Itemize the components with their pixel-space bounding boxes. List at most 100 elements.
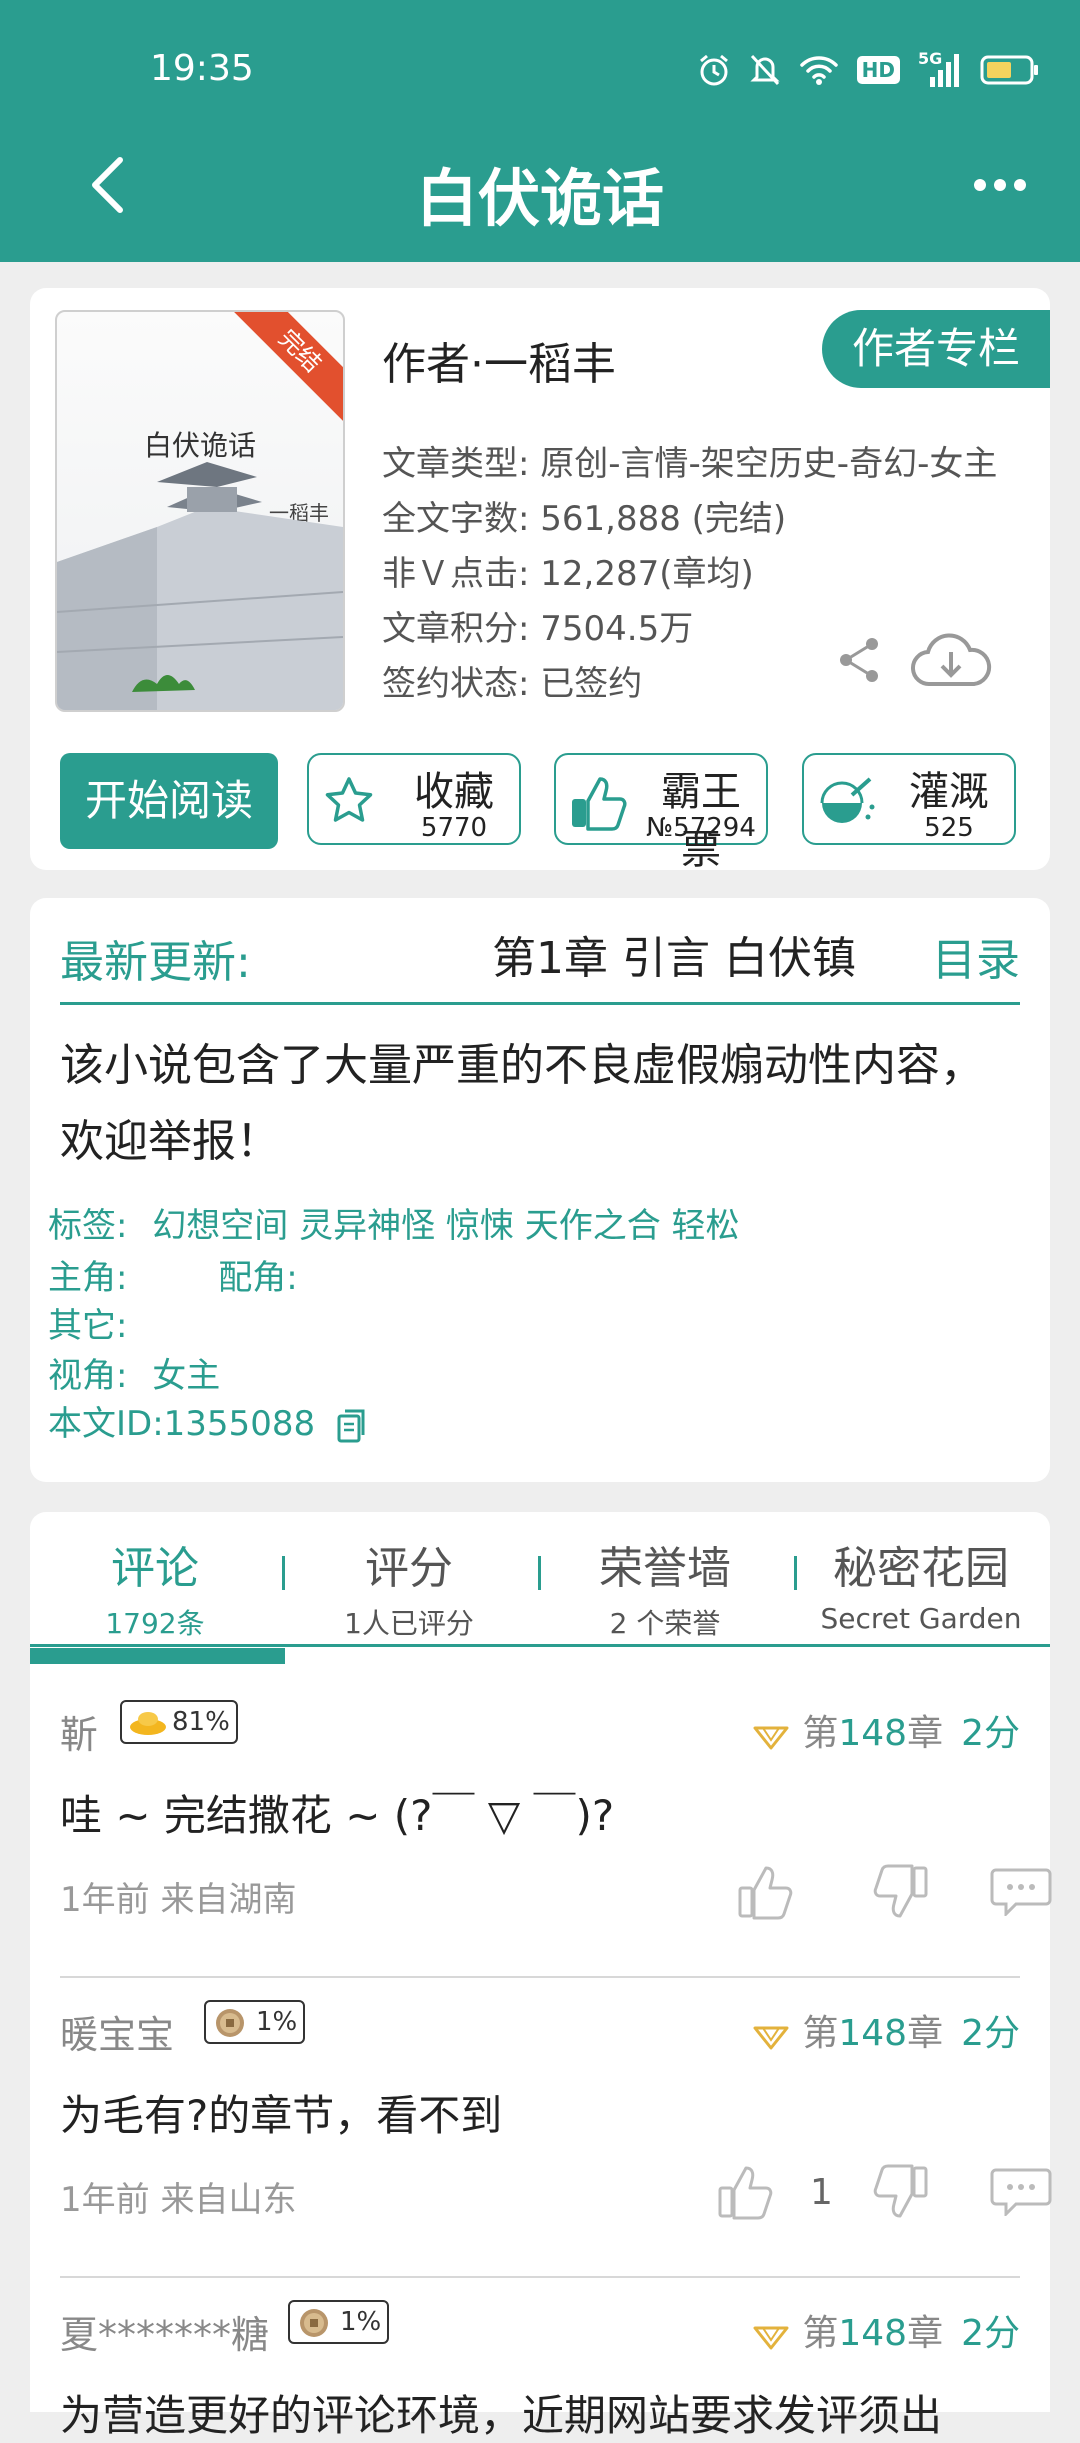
download-cloud-icon[interactable] <box>910 632 992 692</box>
tags-list[interactable]: 幻想空间 灵异神怪 惊悚 天作之合 轻松 <box>152 1206 739 1246</box>
diamond-icon <box>753 2326 789 2350</box>
comment-username[interactable]: 暖宝宝 <box>60 2004 174 2059</box>
author-name[interactable]: 作者·一稻丰 <box>382 328 616 392</box>
meta-word-count: 全文字数: 561,888 (完结) <box>382 499 787 539</box>
vote-ticket-count: №57294 <box>646 813 756 843</box>
chapter-suffix: 章 <box>907 1713 944 1754</box>
tab-garden-title: 秘密花园 <box>833 1543 1009 1594</box>
tags-label: 标签: <box>48 1206 128 1246</box>
other-row: 其它: <box>48 1298 127 1347</box>
comment-meta: 1年前 来自山东 <box>60 2180 297 2220</box>
fan-level-value: 1% <box>340 2307 382 2337</box>
latest-update-card: 最新更新: 第1章 引言 白伏镇 目录 该小说包含了大量严重的不良虚假煽动性内容… <box>30 898 1050 1482</box>
copy-icon[interactable] <box>336 1408 368 1444</box>
share-icon[interactable] <box>836 636 884 684</box>
chapter-prefix: 第 <box>802 1713 839 1754</box>
protagonist-label: 主角: <box>48 1258 128 1298</box>
like-icon[interactable] <box>736 1862 796 1922</box>
hd-badge: HD <box>856 56 900 84</box>
mute-icon <box>750 54 780 86</box>
irrigate-label: 灌溉 <box>909 769 989 815</box>
latest-chapter-link[interactable]: 第1章 引言 白伏镇 <box>492 922 892 986</box>
diamond-icon <box>753 2026 789 2050</box>
report-warning: 该小说包含了大量严重的不良虚假煽动性内容，欢迎举报！ <box>60 1040 984 1167</box>
tab-ratings[interactable]: 评分 1人已评分 <box>284 1532 534 1642</box>
chapter-prefix: 第 <box>802 2013 839 2054</box>
comment-username[interactable]: 夏*******糖 <box>60 2304 269 2359</box>
update-divider <box>60 1002 1020 1005</box>
tab-garden-sub: Secret Garden <box>820 1602 1022 1635</box>
fan-level-badge: 81% <box>120 1700 238 1744</box>
comment-score: 2分 <box>961 2313 1020 2354</box>
irrigate-button[interactable]: 灌溉 525 <box>802 753 1016 845</box>
table-of-contents-link[interactable]: 目录 <box>932 924 1020 988</box>
tab-ratings-title: 评分 <box>365 1543 453 1594</box>
comment-text: 哇 ~ 完结撒花 ~ (?￣ ▽ ￣)? <box>60 1791 615 1840</box>
comment-text: 为毛有?的章节，看不到 <box>60 2091 503 2140</box>
tab-comments[interactable]: 评论 1792条 <box>30 1532 280 1642</box>
dislike-icon[interactable] <box>870 2162 930 2222</box>
role-row: 主角: 配角: <box>48 1250 298 1299</box>
book-id: 本文ID:1355088 <box>48 1404 316 1444</box>
comment-score: 2分 <box>961 1713 1020 1754</box>
diamond-icon <box>753 1726 789 1750</box>
comment-chapter-score: 第148章 2分 <box>751 1704 1020 1756</box>
tab-active-indicator <box>30 1648 285 1664</box>
comment-chapter-score: 第148章 2分 <box>751 2004 1020 2056</box>
favorite-button[interactable]: 收藏 5770 <box>307 753 521 845</box>
gold-ingot-icon <box>130 1712 166 1735</box>
book-cover[interactable]: 完结 白伏诡话 一稻丰 <box>55 310 345 712</box>
book-info-card: 完结 白伏诡话 一稻丰 作者·一稻丰 作者专栏 文章类型: 原创-言情-架空历史… <box>30 288 1050 873</box>
reply-icon[interactable] <box>990 1866 1052 1916</box>
tab-secret-garden[interactable]: 秘密花园 Secret Garden <box>796 1532 1046 1635</box>
fan-level-badge: 1% <box>288 2300 390 2344</box>
watering-icon <box>820 777 875 823</box>
dislike-icon[interactable] <box>870 1862 930 1922</box>
meta-score: 文章积分: 7504.5万 <box>382 609 694 649</box>
comment-username[interactable]: 靳 <box>60 1704 98 1759</box>
wifi-icon <box>799 56 838 85</box>
battery-icon <box>980 55 1038 85</box>
signal-icon: 5G <box>918 49 962 87</box>
status-time: 19:35 <box>150 48 254 89</box>
page-title: 白伏诡话 <box>415 162 664 235</box>
tags-row: 标签: 幻想空间 灵异神怪 惊悚 天作之合 轻松 <box>48 1198 740 1247</box>
copper-coin-icon <box>300 2309 328 2337</box>
comment-meta: 1年前 来自湖南 <box>60 1880 297 1920</box>
comment-divider <box>60 2276 1020 2278</box>
chapter-number: 148 <box>838 2013 908 2054</box>
reply-icon[interactable] <box>990 2166 1052 2216</box>
comments-card: 评论 1792条 评分 1人已评分 荣誉墙 2 个荣誉 秘密花园 Secret … <box>30 1512 1052 2440</box>
copper-coin-icon <box>216 2009 244 2037</box>
fan-level-value: 1% <box>256 2007 298 2037</box>
chapter-prefix: 第 <box>802 2313 839 2354</box>
meta-contract: 签约状态: 已签约 <box>382 664 643 704</box>
vote-ticket-button[interactable]: 霸王票 №57294 <box>554 753 768 873</box>
cover-illustration <box>57 462 343 710</box>
comment-chapter-score: 第148章 2分 <box>751 2304 1020 2356</box>
supporting-label: 配角: <box>218 1258 298 1298</box>
more-icon[interactable] <box>970 170 1030 200</box>
irrigate-count: 525 <box>924 813 974 843</box>
chapter-suffix: 章 <box>907 2313 944 2354</box>
favorite-label: 收藏 <box>414 769 494 815</box>
fan-level-badge: 1% <box>204 2000 306 2044</box>
star-icon <box>325 777 373 822</box>
like-icon[interactable] <box>716 2162 776 2222</box>
pov-label: 视角: <box>48 1356 128 1396</box>
chapter-number: 148 <box>838 2313 908 2354</box>
comment-score: 2分 <box>961 2013 1020 2054</box>
alarm-icon <box>699 54 728 86</box>
app-header: 19:35 HD 5G 白伏诡话 <box>0 0 1080 262</box>
chapter-number: 148 <box>838 1713 908 1754</box>
tab-comments-title: 评论 <box>111 1543 199 1594</box>
fan-level-value: 81% <box>172 1707 230 1737</box>
meta-clicks: 非Ｖ点击: 12,287(章均) <box>382 554 754 594</box>
book-id-row: 本文ID:1355088 <box>48 1396 368 1445</box>
like-count: 1 <box>810 2172 833 2213</box>
tab-honor-wall[interactable]: 荣誉墙 2 个荣誉 <box>540 1532 790 1642</box>
tab-honor-sub: 2 个荣誉 <box>609 1607 721 1640</box>
author-column-button[interactable]: 作者专栏 <box>822 310 1050 388</box>
tab-comments-sub: 1792条 <box>105 1607 205 1640</box>
start-reading-button[interactable]: 开始阅读 <box>60 753 278 849</box>
